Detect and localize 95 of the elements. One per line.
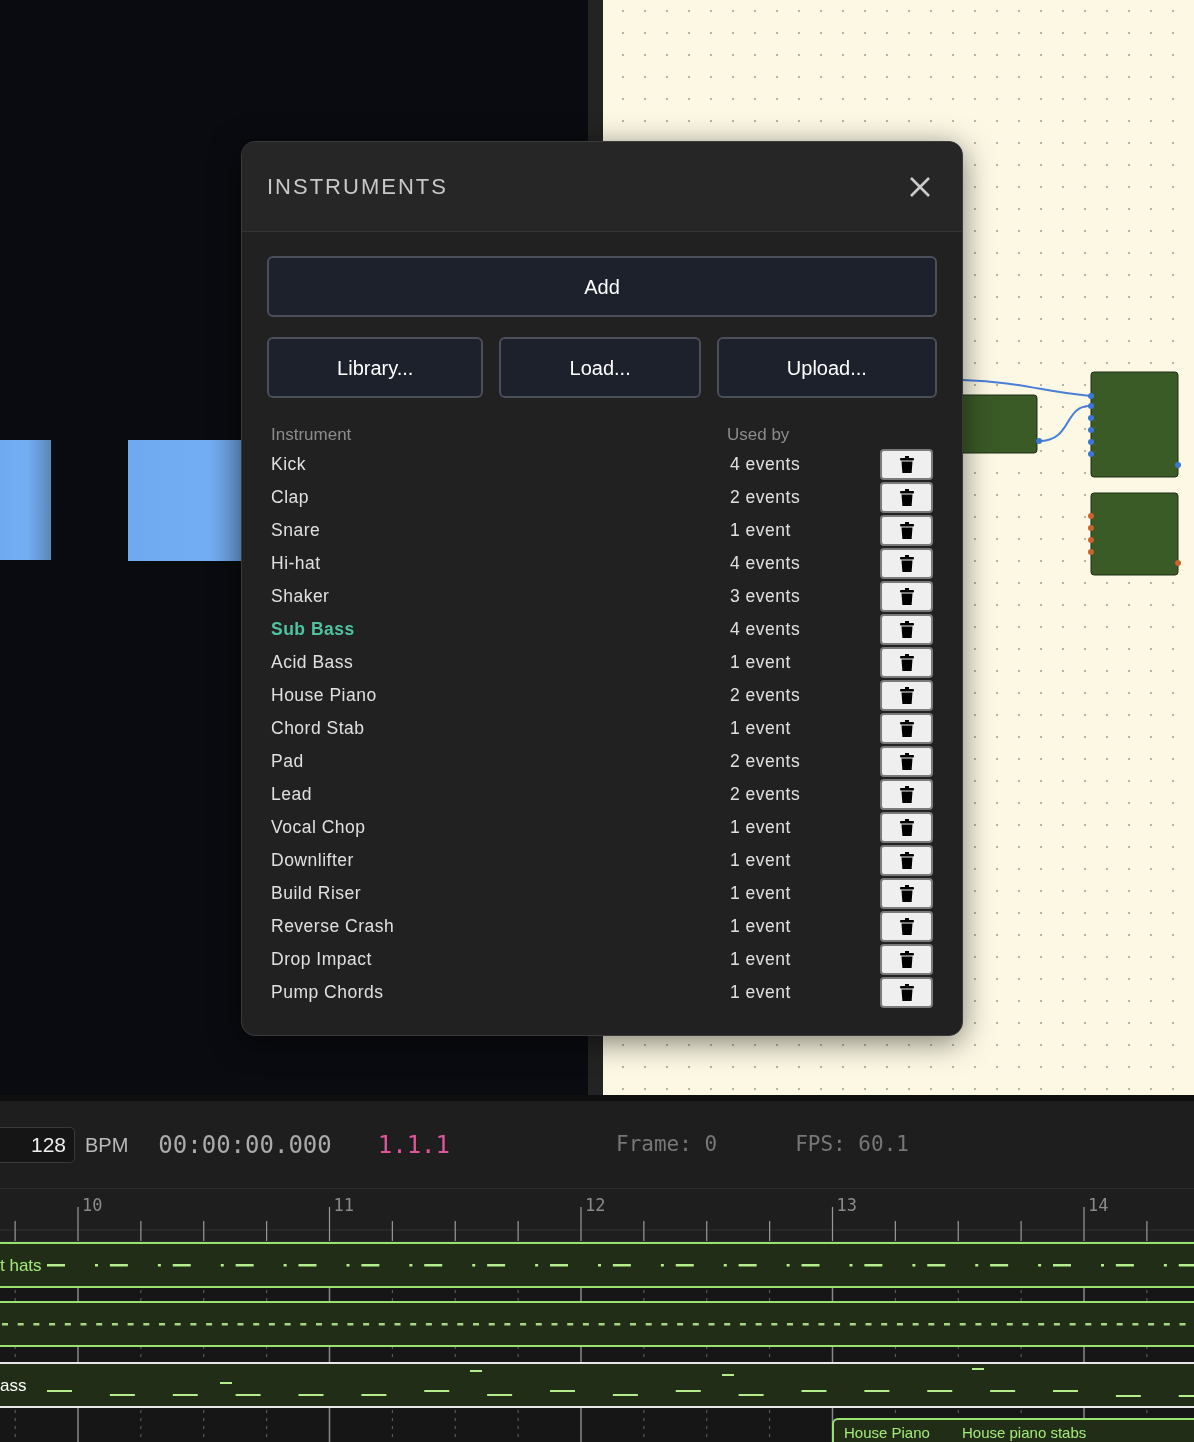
fps-counter: FPS: 60.1 xyxy=(795,1130,909,1158)
instrument-name[interactable]: Kick xyxy=(271,451,730,478)
trash-icon xyxy=(898,488,915,507)
timecode: 00:00:00.000 xyxy=(158,1129,332,1161)
delete-button[interactable] xyxy=(880,779,933,810)
delete-button[interactable] xyxy=(880,977,933,1008)
track-lane[interactable]: t hats xyxy=(0,1242,1194,1288)
action-button[interactable]: Library... xyxy=(267,337,484,398)
delete-button[interactable] xyxy=(880,812,933,843)
instrument-name[interactable]: Snare xyxy=(271,517,730,544)
usage-count: 1 event xyxy=(730,948,792,972)
delete-button[interactable] xyxy=(880,746,933,777)
instrument-name[interactable]: Build Riser xyxy=(271,880,730,907)
bpm-label: BPM xyxy=(85,1132,129,1158)
delete-button[interactable] xyxy=(880,878,933,909)
delete-button[interactable] xyxy=(880,482,933,513)
trash-icon xyxy=(898,719,915,738)
trash-icon xyxy=(898,752,915,771)
bar-number: 12 xyxy=(585,1194,606,1217)
usage-count: 2 events xyxy=(730,750,802,774)
delete-button[interactable] xyxy=(880,911,933,942)
instrument-name[interactable]: Chord Stab xyxy=(271,715,730,742)
usage-count: 1 event xyxy=(730,882,792,906)
delete-button[interactable] xyxy=(880,845,933,876)
instrument-name[interactable]: Drop Impact xyxy=(271,946,730,973)
usage-count: 1 event xyxy=(730,717,792,741)
bpm-field[interactable]: 128 xyxy=(0,1126,75,1163)
instrument-name[interactable]: Vocal Chop xyxy=(271,814,730,841)
delete-button[interactable] xyxy=(880,614,933,645)
bar-position: 1.1.1 xyxy=(377,1129,450,1161)
close-icon xyxy=(909,175,931,198)
column-header: Instrument xyxy=(271,424,353,447)
trash-icon xyxy=(898,983,915,1002)
clip-description: House piano stabs xyxy=(962,1423,1087,1442)
delete-button[interactable] xyxy=(880,449,933,480)
instrument-name[interactable]: Sub Bass xyxy=(271,616,730,643)
usage-count: 1 event xyxy=(730,849,792,873)
trash-icon xyxy=(898,851,915,870)
delete-button[interactable] xyxy=(880,647,933,678)
track-lane[interactable] xyxy=(0,1301,1194,1347)
action-button[interactable]: Upload... xyxy=(716,337,937,398)
frame-counter: Frame: 0 xyxy=(616,1130,718,1158)
usage-count: 1 event xyxy=(730,816,792,840)
delete-button[interactable] xyxy=(880,548,933,579)
trash-icon xyxy=(898,917,915,936)
track-label: t hats xyxy=(0,1255,42,1277)
instrument-name[interactable]: Hi-hat xyxy=(271,550,730,577)
usage-count: 4 events xyxy=(730,618,802,642)
trash-icon xyxy=(898,455,915,474)
delete-button[interactable] xyxy=(880,944,933,975)
instrument-name[interactable]: Pump Chords xyxy=(271,979,730,1006)
trash-icon xyxy=(898,884,915,903)
usage-count: 1 event xyxy=(730,915,792,939)
delete-button[interactable] xyxy=(880,713,933,744)
usage-count: 4 events xyxy=(730,552,802,576)
trash-icon xyxy=(898,686,915,705)
usage-count: 1 event xyxy=(730,981,792,1005)
usage-count: 2 events xyxy=(730,486,802,510)
trash-icon xyxy=(898,653,915,672)
trash-icon xyxy=(898,521,915,540)
usage-count: 2 events xyxy=(730,684,802,708)
usage-count: 4 events xyxy=(730,453,802,477)
instrument-name[interactable]: Reverse Crash xyxy=(271,913,730,940)
delete-button[interactable] xyxy=(880,680,933,711)
instrument-name[interactable]: Acid Bass xyxy=(271,649,730,676)
clip-label: House Piano xyxy=(844,1423,930,1442)
instrument-name[interactable]: Clap xyxy=(271,484,730,511)
usage-count: 1 event xyxy=(730,651,792,675)
bar-number: 10 xyxy=(82,1194,103,1217)
trash-icon xyxy=(898,587,915,606)
track-lane[interactable]: ass xyxy=(0,1362,1194,1408)
clip-block[interactable]: House Piano House piano stabs xyxy=(832,1418,1194,1442)
instrument-name[interactable]: Shaker xyxy=(271,583,730,610)
delete-button[interactable] xyxy=(880,515,933,546)
trash-icon xyxy=(898,818,915,837)
bar-number: 13 xyxy=(836,1194,857,1217)
trash-icon xyxy=(898,554,915,573)
trash-icon xyxy=(898,950,915,969)
add-button[interactable]: Add xyxy=(267,256,937,317)
dialog-title: INSTRUMENTS xyxy=(267,173,448,201)
trash-icon xyxy=(898,620,915,639)
column-header: Used by xyxy=(727,424,791,447)
usage-count: 2 events xyxy=(730,783,802,807)
trash-icon xyxy=(898,785,915,804)
bar-number: 11 xyxy=(333,1194,354,1217)
bar-number: 14 xyxy=(1088,1194,1109,1217)
delete-button[interactable] xyxy=(880,581,933,612)
usage-count: 3 events xyxy=(730,585,802,609)
track-label: ass xyxy=(0,1375,27,1397)
instrument-name[interactable]: Pad xyxy=(271,748,730,775)
instrument-name[interactable]: Downlifter xyxy=(271,847,730,874)
usage-count: 1 event xyxy=(730,519,792,543)
instrument-name[interactable]: Lead xyxy=(271,781,730,808)
action-button[interactable]: Load... xyxy=(499,337,701,398)
instrument-name[interactable]: House Piano xyxy=(271,682,730,709)
